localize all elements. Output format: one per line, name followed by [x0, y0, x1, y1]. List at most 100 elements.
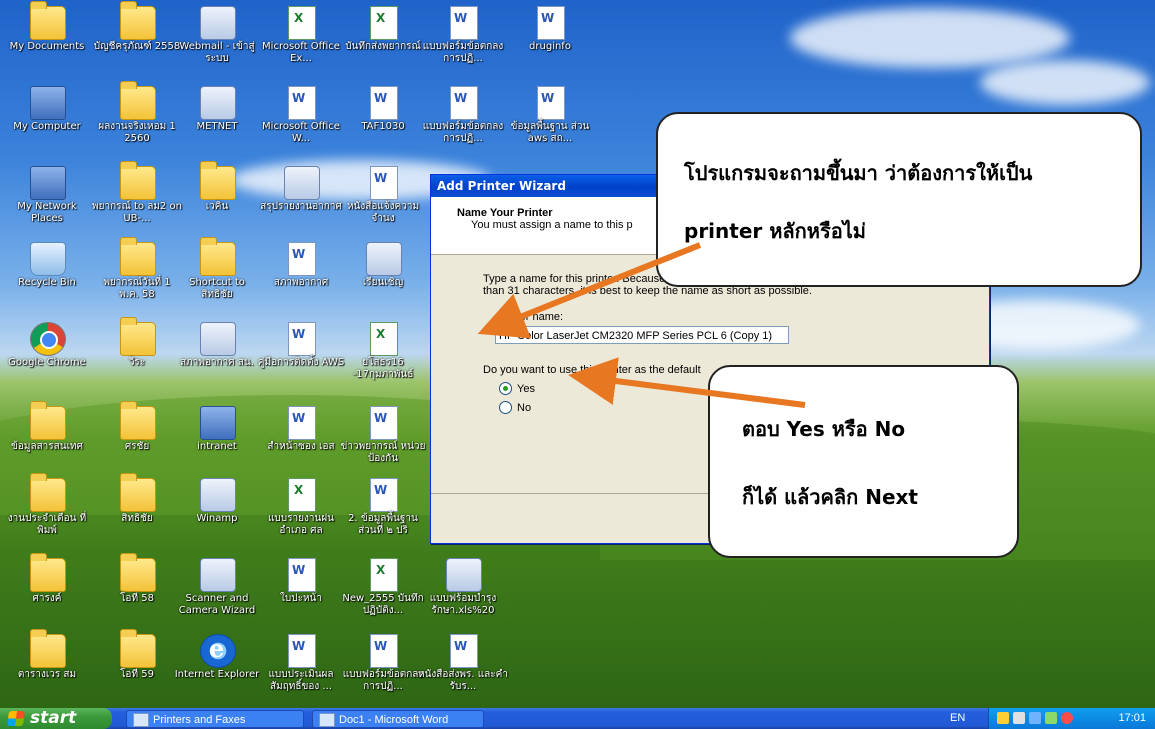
desktop-icon[interactable]: แบบฟร้อมบำรุงรักษา.xls%20 — [418, 556, 508, 628]
desktop-icon[interactable]: My Computer — [2, 84, 92, 156]
radio-no-button[interactable] — [499, 401, 512, 414]
desktop-icon[interactable]: intranet — [172, 404, 262, 476]
language-indicator[interactable]: EN — [950, 708, 965, 729]
desktop-icon[interactable]: Microsoft Office W... — [256, 84, 346, 156]
desktop-icon[interactable]: TAF1030 — [338, 84, 428, 156]
callout-question: โปรแกรมจะถามขึ้นมา ว่าต้องการให้เป็น pri… — [656, 112, 1142, 287]
desktop-icon-label: สภาพอากาศ สน. — [180, 357, 254, 368]
desktop-icon-label: แบบฟอร์มข้อตกลงการปฏิ... — [422, 41, 504, 64]
desktop-icon[interactable]: แบบฟอร์มข้อตกลงการปฏิ... — [338, 632, 428, 704]
start-label: start — [30, 708, 77, 728]
antivirus-icon[interactable] — [1061, 712, 1073, 724]
shield-icon[interactable] — [997, 712, 1009, 724]
desktop-icon[interactable]: พยากรณ์ to ลม2 on UB-... — [92, 161, 182, 236]
internet-explorer-icon — [200, 634, 236, 668]
desktop-icon-label: บันทึกส่งพยากรณ์ — [345, 41, 421, 52]
desktop-icon[interactable]: บันทึกส่งพยากรณ์ — [338, 4, 428, 76]
folder-icon — [30, 473, 66, 512]
desktop-icon[interactable]: Recycle Bin — [2, 240, 92, 312]
desktop-icon[interactable]: งานประจำเดือน ที่พิมพ์ — [2, 473, 92, 548]
desktop-icon[interactable]: สิทธิชัย — [92, 473, 182, 548]
desktop-icon[interactable]: ข้อมูลพื้นฐาน ส่วน aws สถ... — [505, 84, 595, 156]
desktop-icon[interactable]: ข้อมูลสารสนเทศ — [2, 401, 92, 476]
task-label: Printers and Faxes — [153, 714, 246, 726]
desktop-icon[interactable]: แบบรายงานฝน อำเภอ ศล — [256, 476, 346, 548]
desktop-icon[interactable]: ใบปะหน้า — [256, 556, 346, 628]
desktop-icon-label: Microsoft Office W... — [262, 121, 340, 144]
printer-name-input[interactable]: HP Color LaserJet CM2320 MFP Series PCL … — [495, 326, 789, 344]
desktop-icon[interactable]: หนังสือแจ้งความจำนง — [338, 164, 428, 236]
image-doc-icon — [446, 558, 482, 592]
desktop-icon-label: แบบฟอร์มข้อตกลงการปฏิ... — [422, 121, 504, 144]
desktop-icon-label: ผลงานจริงเหอม 1 2560 — [98, 121, 176, 144]
desktop-icon[interactable]: เรียนเชิญ — [338, 240, 428, 312]
desktop-icon[interactable]: สภาพอากาศ สน. — [172, 320, 262, 392]
clock[interactable]: 17:01 — [1118, 708, 1146, 729]
word-doc-icon — [288, 242, 316, 276]
desktop-icon[interactable]: ข่าวพยากรณ์ หน่วยป้องกัน — [338, 404, 428, 476]
desktop-icon[interactable]: druginfo — [505, 4, 595, 76]
desktop-icon-label: Recycle Bin — [18, 277, 76, 288]
desktop-icon[interactable]: My Documents — [2, 1, 92, 76]
desktop-icon[interactable]: บัญชีครุภัณฑ์ 2558 — [92, 1, 182, 76]
volume-icon[interactable] — [1013, 712, 1025, 724]
desktop-icon[interactable]: Google Chrome — [2, 320, 92, 392]
desktop-icon-label: Microsoft Office Ex... — [262, 41, 340, 64]
desktop-icon[interactable]: แบบฟอร์มข้อตกลงการปฏิ... — [418, 84, 508, 156]
desktop-icon[interactable]: เวคิน — [172, 161, 262, 236]
desktop-icon[interactable]: Scanner and Camera Wizard — [172, 556, 262, 628]
desktop-icon[interactable]: หนังสือส่งพร. และคำรับร... — [418, 632, 508, 704]
desktop-icon[interactable]: สภาพอากาศ — [256, 240, 346, 312]
cloud — [980, 60, 1150, 105]
desktop-icon-label: My Documents — [9, 41, 85, 52]
desktop-icon[interactable]: ตารางเวร สม — [2, 629, 92, 704]
desktop-icon[interactable]: แบบประเมินผล สัมฤทธิ์ของ ... — [256, 632, 346, 704]
word-doc-icon — [370, 166, 398, 200]
desktop-icon-label: สิทธิชัย — [121, 513, 153, 524]
folder-icon — [120, 629, 156, 668]
folder-icon — [120, 237, 156, 276]
update-icon[interactable] — [1045, 712, 1057, 724]
desktop-icon[interactable]: แบบฟอร์มข้อตกลงการปฏิ... — [418, 4, 508, 76]
desktop-icon[interactable]: ผลงานจริงเหอม 1 2560 — [92, 81, 182, 156]
callout-answer: ตอบ Yes หรือ No ก็ได้ แล้วคลิก Next — [708, 365, 1019, 558]
word-doc-icon — [450, 634, 478, 668]
excel-doc-icon — [370, 6, 398, 40]
desktop-icon[interactable]: My Network Places — [2, 164, 92, 236]
desktop-icon-label: Webmail - เข้าสู่ระบบ — [179, 41, 255, 64]
desktop-icon[interactable]: วีระ — [92, 317, 182, 392]
desktop-icon[interactable]: 2. ข้อมูลพื้นฐาน ส่วนที่ ๒ ปริ — [338, 476, 428, 548]
desktop-icon[interactable]: ศารงค์ — [2, 553, 92, 628]
desktop-icon[interactable]: Microsoft Office Ex... — [256, 4, 346, 76]
computer-icon — [30, 86, 66, 120]
desktop-icon[interactable]: โอที 59 — [92, 629, 182, 704]
desktop-icon[interactable]: คู่มือการติดตั้ง AWS — [256, 320, 346, 392]
desktop-icon[interactable]: พยากรณ์วันที่ 1 พ.ค. 58 — [92, 237, 182, 312]
desktop-icon[interactable]: ยโสธร16 -17กุมภาพันธ์ — [338, 320, 428, 392]
desktop-icon[interactable]: Webmail - เข้าสู่ระบบ — [172, 4, 262, 76]
network-icon[interactable] — [1029, 712, 1041, 724]
desktop-icon[interactable]: New_2555 บันทึกปฏิบัติง... — [338, 556, 428, 628]
radio-yes-button[interactable] — [499, 382, 512, 395]
taskbar: start Printers and Faxes Doc1 - Microsof… — [0, 708, 1155, 729]
desktop-icon[interactable]: METNET — [172, 84, 262, 156]
desktop-icon[interactable]: Shortcut to สิทธิชัย — [172, 237, 262, 312]
desktop-icon-label: แบบฟร้อมบำรุงรักษา.xls%20 — [429, 593, 497, 616]
system-tray: 17:01 — [988, 708, 1155, 729]
desktop-icon[interactable]: Winamp — [172, 476, 262, 548]
desktop-icon-label: ข้อมูลพื้นฐาน ส่วน aws สถ... — [510, 121, 590, 144]
desktop-icon[interactable]: Internet Explorer — [172, 632, 262, 704]
desktop-icon[interactable]: ศรชัย — [92, 401, 182, 476]
callout-question-line1: โปรแกรมจะถามขึ้นมา ว่าต้องการให้เป็น — [684, 161, 1033, 185]
task-microsoft-word[interactable]: Doc1 - Microsoft Word — [312, 710, 484, 728]
desktop-icon[interactable]: สรุปรายงานอากาศ — [256, 164, 346, 236]
desktop-icon-label: หนังสือแจ้งความจำนง — [346, 201, 420, 224]
recycle-bin-icon — [30, 242, 66, 276]
word-doc-icon — [370, 634, 398, 668]
start-button[interactable]: start — [0, 708, 112, 729]
desktop-icon[interactable]: โอที 58 — [92, 553, 182, 628]
folder-icon — [30, 629, 66, 668]
desktop-icon[interactable]: สำหน้าซอง เอส — [256, 404, 346, 476]
word-icon — [319, 713, 335, 727]
task-printers-and-faxes[interactable]: Printers and Faxes — [126, 710, 304, 728]
